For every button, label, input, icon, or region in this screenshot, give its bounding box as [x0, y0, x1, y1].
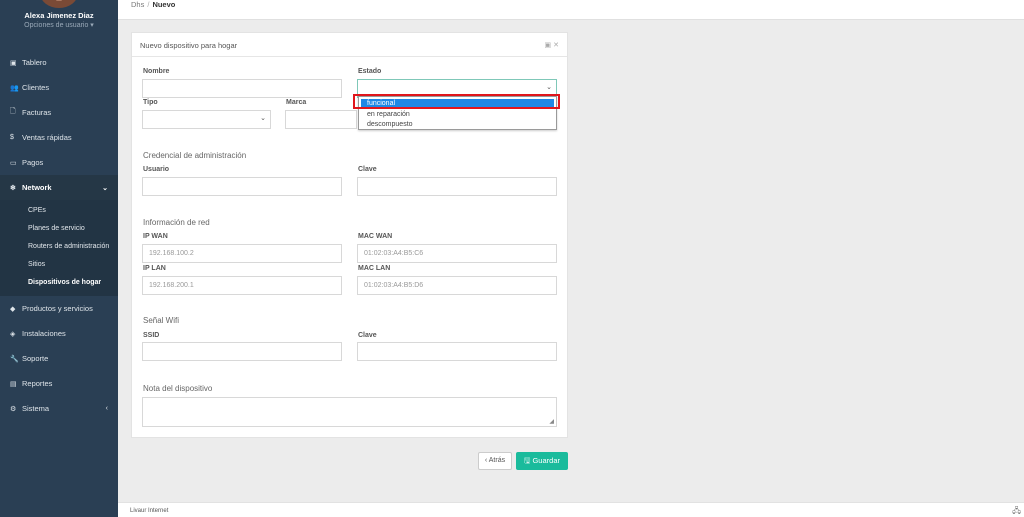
money-icon: ▭: [10, 159, 17, 167]
nav-tablero[interactable]: ▣ Tablero: [0, 50, 118, 75]
nav-label: Instalaciones: [22, 329, 66, 338]
sub-item-dispositivos[interactable]: Dispositivos de hogar: [0, 274, 118, 292]
mac-wan-label: MAC WAN: [358, 233, 393, 240]
panel-header: Nuevo dispositivo para hogar ▣ ✕: [132, 33, 567, 57]
wifi-section-title: Señal Wifi: [143, 316, 180, 325]
nav-label: Pagos: [22, 158, 44, 167]
topbar: Dhs / Nuevo: [118, 0, 1024, 20]
marca-input[interactable]: [285, 110, 357, 129]
nav-label: Facturas: [22, 108, 52, 117]
nav-facturas[interactable]: 🗋 Facturas: [0, 100, 118, 125]
nav-label: Tablero: [22, 58, 47, 67]
chevron-left-icon: ‹: [105, 405, 108, 412]
avatar: [40, 0, 78, 8]
save-icon[interactable]: ▣: [545, 42, 552, 49]
wifi-clave-input[interactable]: [357, 342, 557, 361]
wrench-icon: 🔧: [10, 355, 19, 363]
close-icon[interactable]: ✕: [553, 42, 559, 49]
nav-instalaciones[interactable]: ◈ Instalaciones: [0, 321, 118, 346]
ip-lan-label: IP LAN: [143, 265, 166, 272]
ip-lan-input[interactable]: 192.168.200.1: [142, 276, 342, 295]
user-options-menu[interactable]: Opciones de usuario ▾: [0, 21, 118, 29]
save-button[interactable]: 🖫 Guardar: [516, 452, 568, 470]
nav-reportes[interactable]: ▤ Reportes: [0, 371, 118, 396]
user-name: Alexa Jimenez Diaz: [24, 11, 94, 20]
sub-item-cpes[interactable]: CPEs: [0, 202, 118, 220]
tipo-select[interactable]: ⌄: [142, 110, 271, 129]
nav-ventas[interactable]: $ Ventas rápidas: [0, 125, 118, 150]
nav-label: Soporte: [22, 354, 49, 363]
chevron-down-icon: ⌄: [546, 84, 552, 91]
nav-pagos[interactable]: ▭ Pagos: [0, 150, 118, 175]
nav-label: Ventas rápidas: [22, 133, 72, 142]
nav-label: Clientes: [22, 83, 50, 92]
red-section-title: Información de red: [143, 218, 210, 227]
mac-lan-label: MAC LAN: [358, 265, 391, 272]
nombre-label: Nombre: [143, 68, 170, 75]
chevron-down-icon: ⌄: [102, 184, 108, 192]
footer-text: Livaur Internet: [130, 508, 169, 514]
wifi-clave-label: Clave: [358, 332, 377, 339]
nav-label: Productos y servicios: [22, 304, 93, 313]
nav-productos[interactable]: ◆ Productos y servicios: [0, 296, 118, 321]
ip-wan-label: IP WAN: [143, 233, 168, 240]
clave-input[interactable]: [357, 177, 557, 196]
nav-label: Reportes: [22, 379, 53, 388]
dollar-icon: $: [10, 134, 14, 141]
breadcrumb-parent[interactable]: Dhs: [131, 0, 144, 9]
clave-label: Clave: [358, 166, 377, 173]
plug-icon: ◈: [10, 330, 16, 338]
mac-lan-input[interactable]: 01:02:03:A4:B5:D6: [357, 276, 557, 295]
breadcrumb: Dhs / Nuevo: [131, 0, 175, 9]
usuario-label: Usuario: [143, 166, 170, 173]
ssid-input[interactable]: [142, 342, 342, 361]
breadcrumb-separator: /: [147, 0, 150, 9]
nav-clientes[interactable]: 👥 Clientes: [0, 75, 118, 100]
book-icon: ▤: [10, 380, 17, 388]
nav-label: Network: [22, 183, 52, 192]
network-icon: ❄: [10, 184, 16, 192]
network-submenu: CPEs Planes de servicio Routers de admin…: [0, 200, 118, 296]
panel-title: Nuevo dispositivo para hogar: [140, 41, 238, 50]
breadcrumb-current: Nuevo: [152, 0, 176, 9]
ssid-label: SSID: [143, 332, 160, 339]
nav-label: Sistema: [22, 404, 50, 413]
ip-wan-input[interactable]: 192.168.100.2: [142, 244, 342, 263]
sub-item-planes[interactable]: Planes de servicio: [0, 220, 118, 238]
option-descompuesto[interactable]: descompuesto: [359, 120, 556, 130]
tag-icon: ◆: [10, 305, 16, 313]
user-profile: Alexa Jimenez Diaz Opciones de usuario ▾: [0, 0, 118, 46]
nota-textarea[interactable]: ◢: [142, 397, 557, 427]
network-status-icon[interactable]: 🖧: [1012, 505, 1021, 517]
users-icon: 👥: [10, 84, 19, 92]
usuario-input[interactable]: [142, 177, 342, 196]
main-nav: ▣ Tablero 👥 Clientes 🗋 Facturas $ Ventas ráp…: [0, 50, 118, 421]
marca-label: Marca: [286, 99, 307, 106]
resize-grip-icon[interactable]: ◢: [549, 418, 554, 425]
credencial-section-title: Credencial de administración: [143, 151, 247, 160]
sidebar: Alexa Jimenez Diaz Opciones de usuario ▾…: [0, 0, 118, 517]
sub-item-sitios[interactable]: Sitios: [0, 256, 118, 274]
selection-highlight-box: [353, 94, 560, 109]
nota-section-title: Nota del dispositivo: [143, 384, 213, 393]
panel-tools: ▣ ✕: [545, 41, 559, 49]
nav-soporte[interactable]: 🔧 Soporte: [0, 346, 118, 371]
mac-wan-input[interactable]: 01:02:03:A4:B5:C6: [357, 244, 557, 263]
file-icon: 🗋: [10, 108, 16, 115]
back-button[interactable]: ‹ Atrás: [478, 452, 512, 470]
estado-label: Estado: [358, 68, 382, 75]
nav-sistema[interactable]: ⚙ Sistema ‹: [0, 396, 118, 421]
option-en-reparacion[interactable]: en reparación: [359, 110, 556, 120]
chevron-down-icon: ⌄: [260, 115, 266, 122]
tipo-label: Tipo: [143, 99, 158, 106]
nombre-input[interactable]: [142, 79, 342, 98]
sub-item-routers[interactable]: Routers de administración: [0, 238, 118, 256]
nav-network[interactable]: ❄ Network ⌄: [0, 175, 118, 200]
footer: Livaur Internet 🖧: [118, 502, 1024, 517]
dashboard-icon: ▣: [10, 59, 17, 67]
gears-icon: ⚙: [10, 405, 17, 413]
